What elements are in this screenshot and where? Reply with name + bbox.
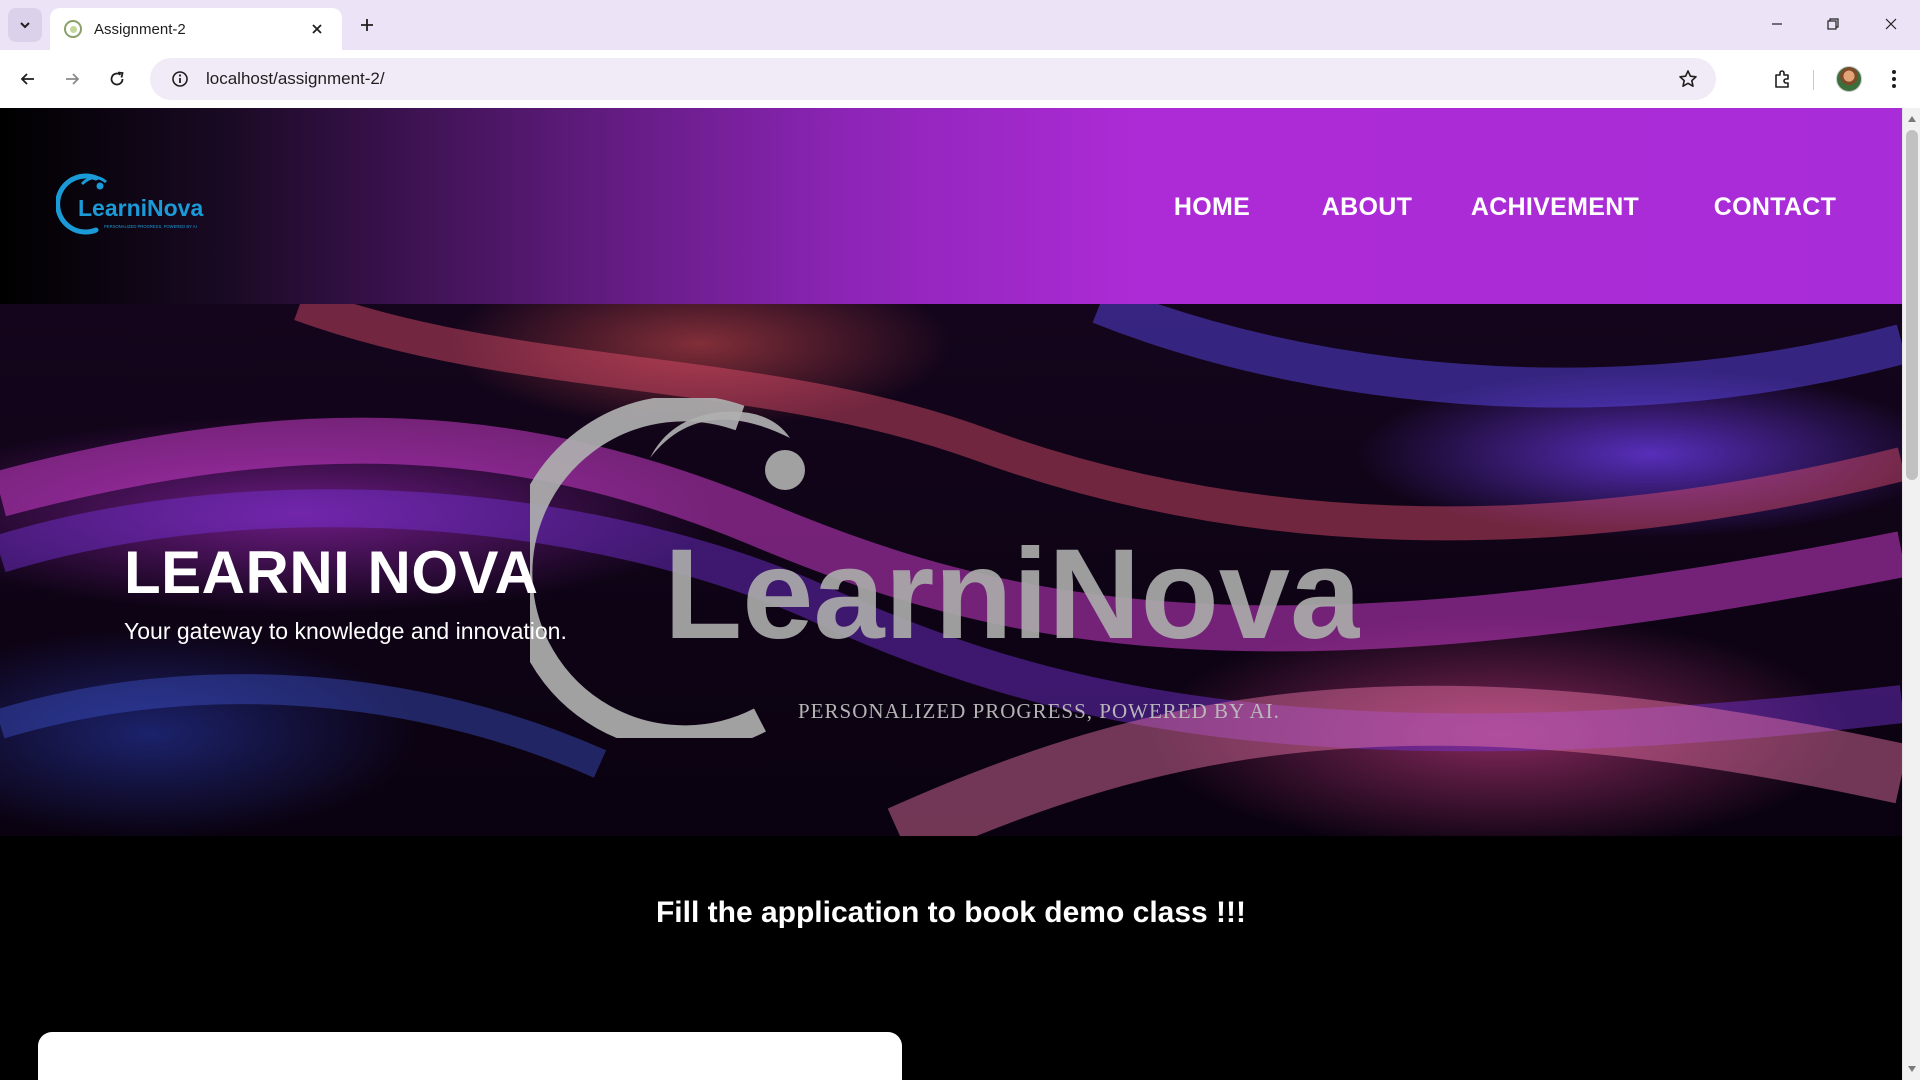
- more-vertical-icon: [1892, 70, 1896, 88]
- site-info-icon[interactable]: [160, 70, 200, 88]
- demo-booking-section: Fill the application to book demo class …: [0, 836, 1902, 1080]
- demo-booking-heading: Fill the application to book demo class …: [655, 896, 1247, 929]
- site-logo[interactable]: LearniNova PERSONALIZED PROGRESS, POWERE…: [55, 168, 216, 238]
- caret-down-icon: [1908, 1066, 1916, 1072]
- hero-subtitle: Your gateway to knowledge and innovation…: [124, 618, 567, 644]
- close-tab-button[interactable]: [306, 18, 328, 40]
- nav-link-achivement[interactable]: ACHIVEMENT: [1471, 193, 1639, 222]
- close-icon: [1885, 18, 1897, 30]
- reload-icon: [110, 71, 124, 86]
- new-tab-button[interactable]: [354, 12, 380, 38]
- minimize-icon: [1772, 23, 1782, 25]
- nav-link-contact[interactable]: CONTACT: [1714, 193, 1836, 222]
- arrow-right-icon: [66, 73, 80, 85]
- hero-banner: LearniNova PERSONALIZED PROGRESS, POWERE…: [0, 304, 1902, 836]
- tab-title: Assignment-2: [94, 20, 186, 38]
- profile-avatar[interactable]: [1836, 66, 1862, 92]
- back-button[interactable]: [12, 63, 44, 95]
- scroll-up-arrow[interactable]: [1903, 110, 1920, 128]
- extensions-button[interactable]: [1766, 63, 1798, 95]
- scrollbar-thumb[interactable]: [1906, 130, 1918, 480]
- hero-logo-watermark: LearniNova PERSONALIZED PROGRESS, POWERE…: [530, 398, 1360, 738]
- arrow-left-icon: [20, 73, 34, 85]
- application-form-card: [38, 1032, 902, 1080]
- nav-about[interactable]: ABOUT: [1312, 184, 1422, 230]
- close-icon: [312, 24, 322, 34]
- restore-button[interactable]: [1808, 6, 1858, 42]
- restore-icon: [1827, 18, 1839, 30]
- url-text[interactable]: localhost/assignment-2/: [206, 69, 1668, 89]
- nav-link-about[interactable]: ABOUT: [1322, 193, 1412, 222]
- logo-tagline: PERSONALIZED PROGRESS, POWERED BY AI: [104, 224, 197, 229]
- watermark-wordmark: LearniNova: [664, 523, 1360, 666]
- forward-button[interactable]: [56, 63, 88, 95]
- page-viewport: LearniNova PERSONALIZED PROGRESS, POWERE…: [0, 108, 1920, 1080]
- address-bar[interactable]: localhost/assignment-2/: [150, 58, 1716, 100]
- site-header: LearniNova PERSONALIZED PROGRESS, POWERE…: [0, 108, 1902, 304]
- browser-menu-button[interactable]: [1878, 63, 1910, 95]
- close-window-button[interactable]: [1866, 6, 1916, 42]
- browser-tab-strip: Assignment-2: [0, 0, 1920, 50]
- minimize-button[interactable]: [1752, 6, 1802, 42]
- chevron-down-icon: [20, 22, 30, 29]
- page-scrollbar[interactable]: [1902, 108, 1920, 1080]
- logo-wordmark: LearniNova: [78, 195, 203, 221]
- nav-home[interactable]: HOME: [1158, 184, 1266, 230]
- plus-icon: [361, 19, 373, 31]
- reload-button[interactable]: [101, 63, 133, 95]
- browser-tab[interactable]: Assignment-2: [50, 8, 342, 50]
- nav-link-home[interactable]: HOME: [1174, 193, 1250, 222]
- caret-up-icon: [1908, 116, 1916, 122]
- bookmark-star-icon[interactable]: [1668, 69, 1708, 89]
- toolbar-divider: [1813, 70, 1814, 90]
- puzzle-icon: [1775, 70, 1789, 88]
- nav-achivement[interactable]: ACHIVEMENT: [1462, 184, 1648, 230]
- hero-title: LEARNI NOVA: [124, 539, 539, 606]
- browser-toolbar: localhost/assignment-2/: [0, 50, 1920, 108]
- favicon-icon: [64, 20, 82, 38]
- watermark-tagline: PERSONALIZED PROGRESS, POWERED BY AI.: [798, 699, 1280, 723]
- nav-contact[interactable]: CONTACT: [1700, 184, 1850, 230]
- scroll-down-arrow[interactable]: [1903, 1060, 1920, 1078]
- tab-search-button[interactable]: [8, 8, 42, 42]
